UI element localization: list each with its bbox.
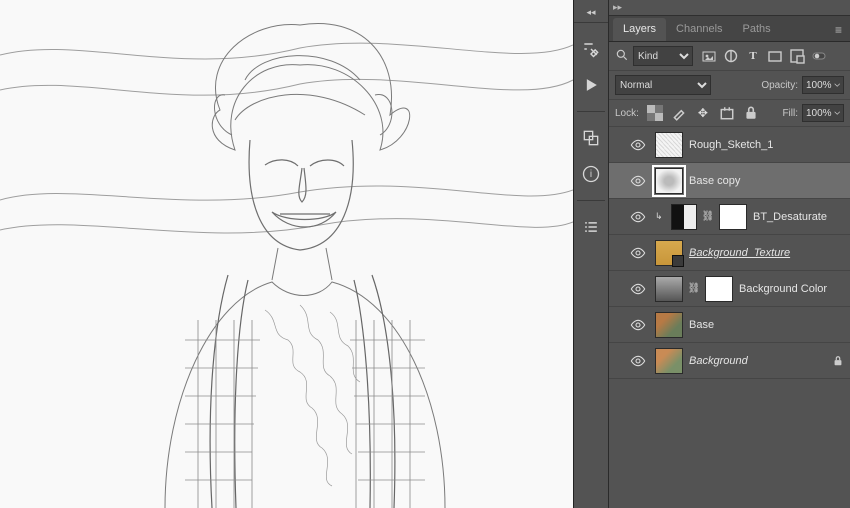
list-icon[interactable] <box>581 217 601 237</box>
search-icon <box>615 48 629 65</box>
tab-paths[interactable]: Paths <box>733 18 781 41</box>
filter-shape-icon[interactable] <box>767 48 783 64</box>
panel-tabs: Layers Channels Paths ≡ <box>609 16 850 42</box>
visibility-toggle[interactable] <box>627 350 649 372</box>
layer-bt-desaturate[interactable]: ↳ ⛓ BT_Desaturate <box>609 199 850 235</box>
layer-name[interactable]: Base copy <box>689 175 846 187</box>
artboard-icon[interactable] <box>581 128 601 148</box>
blend-mode-select[interactable]: Normal <box>615 75 711 95</box>
visibility-toggle[interactable] <box>627 242 649 264</box>
lock-pixel-icon[interactable] <box>671 105 687 121</box>
layer-background[interactable]: Background <box>609 343 850 379</box>
sketch-preview <box>0 0 573 508</box>
panel-collapse-icon[interactable]: ▸▸ <box>613 2 622 13</box>
layer-background-texture[interactable]: Background_Texture <box>609 235 850 271</box>
layer-thumbnail[interactable] <box>655 276 683 302</box>
document-canvas[interactable] <box>0 0 573 508</box>
layer-name[interactable]: Base <box>689 319 846 331</box>
blend-opacity-row: Normal Opacity: 100% <box>609 71 850 100</box>
layers-panel: ▸▸ Layers Channels Paths ≡ Kind T <box>609 0 850 508</box>
filter-pixel-icon[interactable] <box>701 48 717 64</box>
layer-mask-thumbnail[interactable] <box>719 204 747 230</box>
lock-fill-row: Lock: ✥ Fill: 100% <box>609 100 850 127</box>
layer-name[interactable]: Background_Texture <box>689 247 846 259</box>
filter-kind-select[interactable]: Kind <box>633 46 693 66</box>
play-actions-icon[interactable] <box>581 75 601 95</box>
mask-link-icon[interactable]: ⛓ <box>703 211 713 222</box>
panel-menu-icon[interactable]: ≡ <box>827 19 850 41</box>
lock-label: Lock: <box>615 108 639 119</box>
layer-list: Rough_Sketch_1 Base copy ↳ ⛓ BT_Desatura… <box>609 127 850 508</box>
filter-type-icon[interactable]: T <box>745 48 761 64</box>
fill-label: Fill: <box>782 108 798 119</box>
opacity-label: Opacity: <box>761 80 798 91</box>
opacity-value[interactable]: 100% <box>802 76 844 94</box>
visibility-toggle[interactable] <box>627 278 649 300</box>
layer-name[interactable]: Rough_Sketch_1 <box>689 139 846 151</box>
layer-base[interactable]: Base <box>609 307 850 343</box>
layer-base-copy[interactable]: Base copy <box>609 163 850 199</box>
layer-thumbnail[interactable] <box>655 168 683 194</box>
clip-indicator-icon: ↳ <box>655 211 665 222</box>
mask-link-icon[interactable]: ⛓ <box>689 283 699 294</box>
lock-position-icon[interactable]: ✥ <box>695 105 711 121</box>
filter-adjustment-icon[interactable] <box>723 48 739 64</box>
collapse-panels-icon[interactable]: ◂◂ <box>574 6 608 23</box>
visibility-toggle[interactable] <box>627 206 649 228</box>
layer-name[interactable]: Background Color <box>739 283 846 295</box>
lock-transparent-icon[interactable] <box>647 105 663 121</box>
adjustment-thumbnail[interactable] <box>671 204 697 230</box>
layer-name[interactable]: Background <box>689 355 824 367</box>
tab-channels[interactable]: Channels <box>666 18 732 41</box>
layer-thumbnail[interactable] <box>655 312 683 338</box>
right-panel-stack: ◂◂ i ▸▸ Layers Channels Paths ≡ <box>573 0 850 508</box>
visibility-toggle[interactable] <box>627 134 649 156</box>
layer-name[interactable]: BT_Desaturate <box>753 211 846 223</box>
collapsed-panel-strip: ◂◂ i <box>574 0 609 508</box>
layer-thumbnail[interactable] <box>655 348 683 374</box>
visibility-toggle[interactable] <box>627 314 649 336</box>
layer-thumbnail[interactable] <box>655 240 683 266</box>
filter-smartobj-icon[interactable] <box>789 48 805 64</box>
filter-toggle-icon[interactable] <box>811 48 827 64</box>
layer-mask-thumbnail[interactable] <box>705 276 733 302</box>
history-brush-icon[interactable] <box>581 39 601 59</box>
lock-all-icon[interactable] <box>743 105 759 121</box>
fill-value[interactable]: 100% <box>802 104 844 122</box>
layer-background-color[interactable]: ⛓ Background Color <box>609 271 850 307</box>
lock-artboard-icon[interactable] <box>719 105 735 121</box>
layer-rough-sketch[interactable]: Rough_Sketch_1 <box>609 127 850 163</box>
lock-icon <box>830 355 846 367</box>
tab-layers[interactable]: Layers <box>613 18 666 41</box>
visibility-toggle[interactable] <box>627 170 649 192</box>
layer-filter-row: Kind T <box>609 42 850 71</box>
info-icon[interactable]: i <box>581 164 601 184</box>
layer-thumbnail[interactable] <box>655 132 683 158</box>
